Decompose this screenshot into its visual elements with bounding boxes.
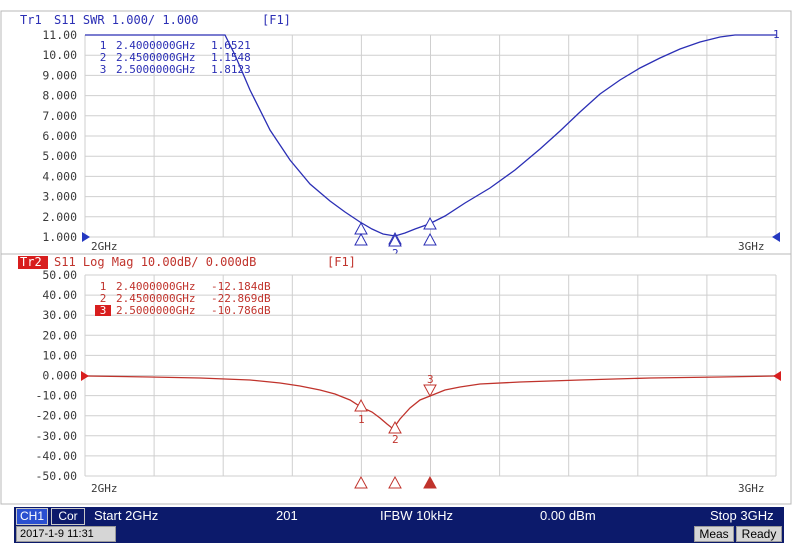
swr-trace-panel: Tr1 S11 SWR 1.000/ 1.000 [F1] 11.00 10.00…: [0, 10, 792, 261]
y-tick-label: 30.00: [42, 308, 77, 322]
y-tick-label: -30.00: [35, 429, 77, 443]
y-tick-label: 0.000: [42, 369, 77, 383]
if-bandwidth[interactable]: IFBW 10kHz: [380, 508, 453, 523]
y-tick-label: 11.00: [42, 28, 77, 42]
datetime-display: 2017-1-9 11:31: [16, 526, 116, 542]
logmag-marker-table[interactable]: 1 2.4000000GHz -12.184dB2 2.4500000GHz -22.8…: [95, 280, 271, 317]
y-tick-label: 8.000: [42, 89, 77, 103]
logmag-y-axis-labels: 50.00 40.00 30.00 20.00 10.00 0.000 -10.00 -20.…: [35, 268, 77, 483]
y-tick-label: 5.000: [42, 149, 77, 163]
logmag-x-start-label: 2GHz: [91, 482, 118, 495]
marker-frequency: 2.5000000GHz: [116, 63, 195, 76]
trace2-function: [F1]: [327, 255, 356, 269]
trace2-label[interactable]: Tr2: [20, 255, 42, 269]
y-tick-label: 1.000: [42, 230, 77, 244]
y-tick-label: -50.00: [35, 469, 77, 483]
swr-y-axis-labels: 11.00 10.00 9.000 8.000 7.000 6.000 5.000 4.000…: [42, 28, 77, 244]
y-tick-label: 50.00: [42, 268, 77, 282]
y-tick-label: 10.00: [42, 48, 77, 62]
marker-value: 1.8123: [211, 63, 251, 76]
y-tick-label: 40.00: [42, 288, 77, 302]
trace2-header[interactable]: S11 Log Mag 10.00dB/ 0.000dB: [54, 255, 256, 269]
meas-mode-indicator[interactable]: Meas: [694, 526, 734, 542]
correction-button[interactable]: Cor: [51, 508, 85, 525]
marker-frequency: 2.5000000GHz: [116, 304, 195, 317]
y-tick-label: 9.000: [42, 68, 77, 82]
source-power[interactable]: 0.00 dBm: [540, 508, 596, 523]
sweep-start[interactable]: Start 2GHz: [94, 508, 158, 523]
swr-marker-table[interactable]: 1 2.4000000GHz 1.65212 2.4500000GHz 1.15483 2…: [100, 39, 251, 76]
y-tick-label: -20.00: [35, 409, 77, 423]
y-tick-label: 6.000: [42, 129, 77, 143]
instrument-info-bar: 2017-1-9 11:31 Meas Ready: [14, 525, 784, 543]
trace1-function: [F1]: [262, 13, 291, 27]
y-tick-label: 4.000: [42, 169, 77, 183]
swr-trace-end-label: 1: [773, 28, 780, 41]
marker-label: 3: [427, 373, 434, 386]
y-tick-label: -10.00: [35, 389, 77, 403]
ready-status-indicator: Ready: [736, 526, 782, 542]
channel-status-bar: CH1 Cor Start 2GHz 201 IFBW 10kHz 0.00 d…: [14, 507, 784, 525]
sweep-stop[interactable]: Stop 3GHz: [710, 508, 774, 523]
marker-number[interactable]: 3: [100, 304, 107, 317]
swr-x-start-label: 2GHz: [91, 240, 118, 253]
marker-number[interactable]: 3: [100, 63, 107, 76]
trace1-label[interactable]: Tr1: [20, 13, 42, 27]
y-tick-label: 20.00: [42, 328, 77, 342]
vna-screen: Tr1 S11 SWR 1.000/ 1.000 [F1] 11.0010.00…: [0, 10, 792, 505]
marker-value: -10.786dB: [211, 304, 271, 317]
marker-label: 1: [358, 413, 365, 426]
swr-x-stop-label: 3GHz: [738, 240, 765, 253]
y-tick-label: -40.00: [35, 449, 77, 463]
logmag-trace-panel: Tr2 S11 Log Mag 10.00dB/ 0.000dB [F1] 50…: [0, 253, 792, 505]
marker-label: 2: [392, 433, 399, 446]
y-tick-label: 3.000: [42, 190, 77, 204]
trace1-header[interactable]: S11 SWR 1.000/ 1.000: [54, 13, 199, 27]
channel-button[interactable]: CH1: [16, 508, 48, 525]
sweep-points[interactable]: 201: [276, 508, 298, 523]
y-tick-label: 7.000: [42, 109, 77, 123]
logmag-x-stop-label: 3GHz: [738, 482, 765, 495]
y-tick-label: 10.00: [42, 348, 77, 362]
y-tick-label: 2.000: [42, 210, 77, 224]
